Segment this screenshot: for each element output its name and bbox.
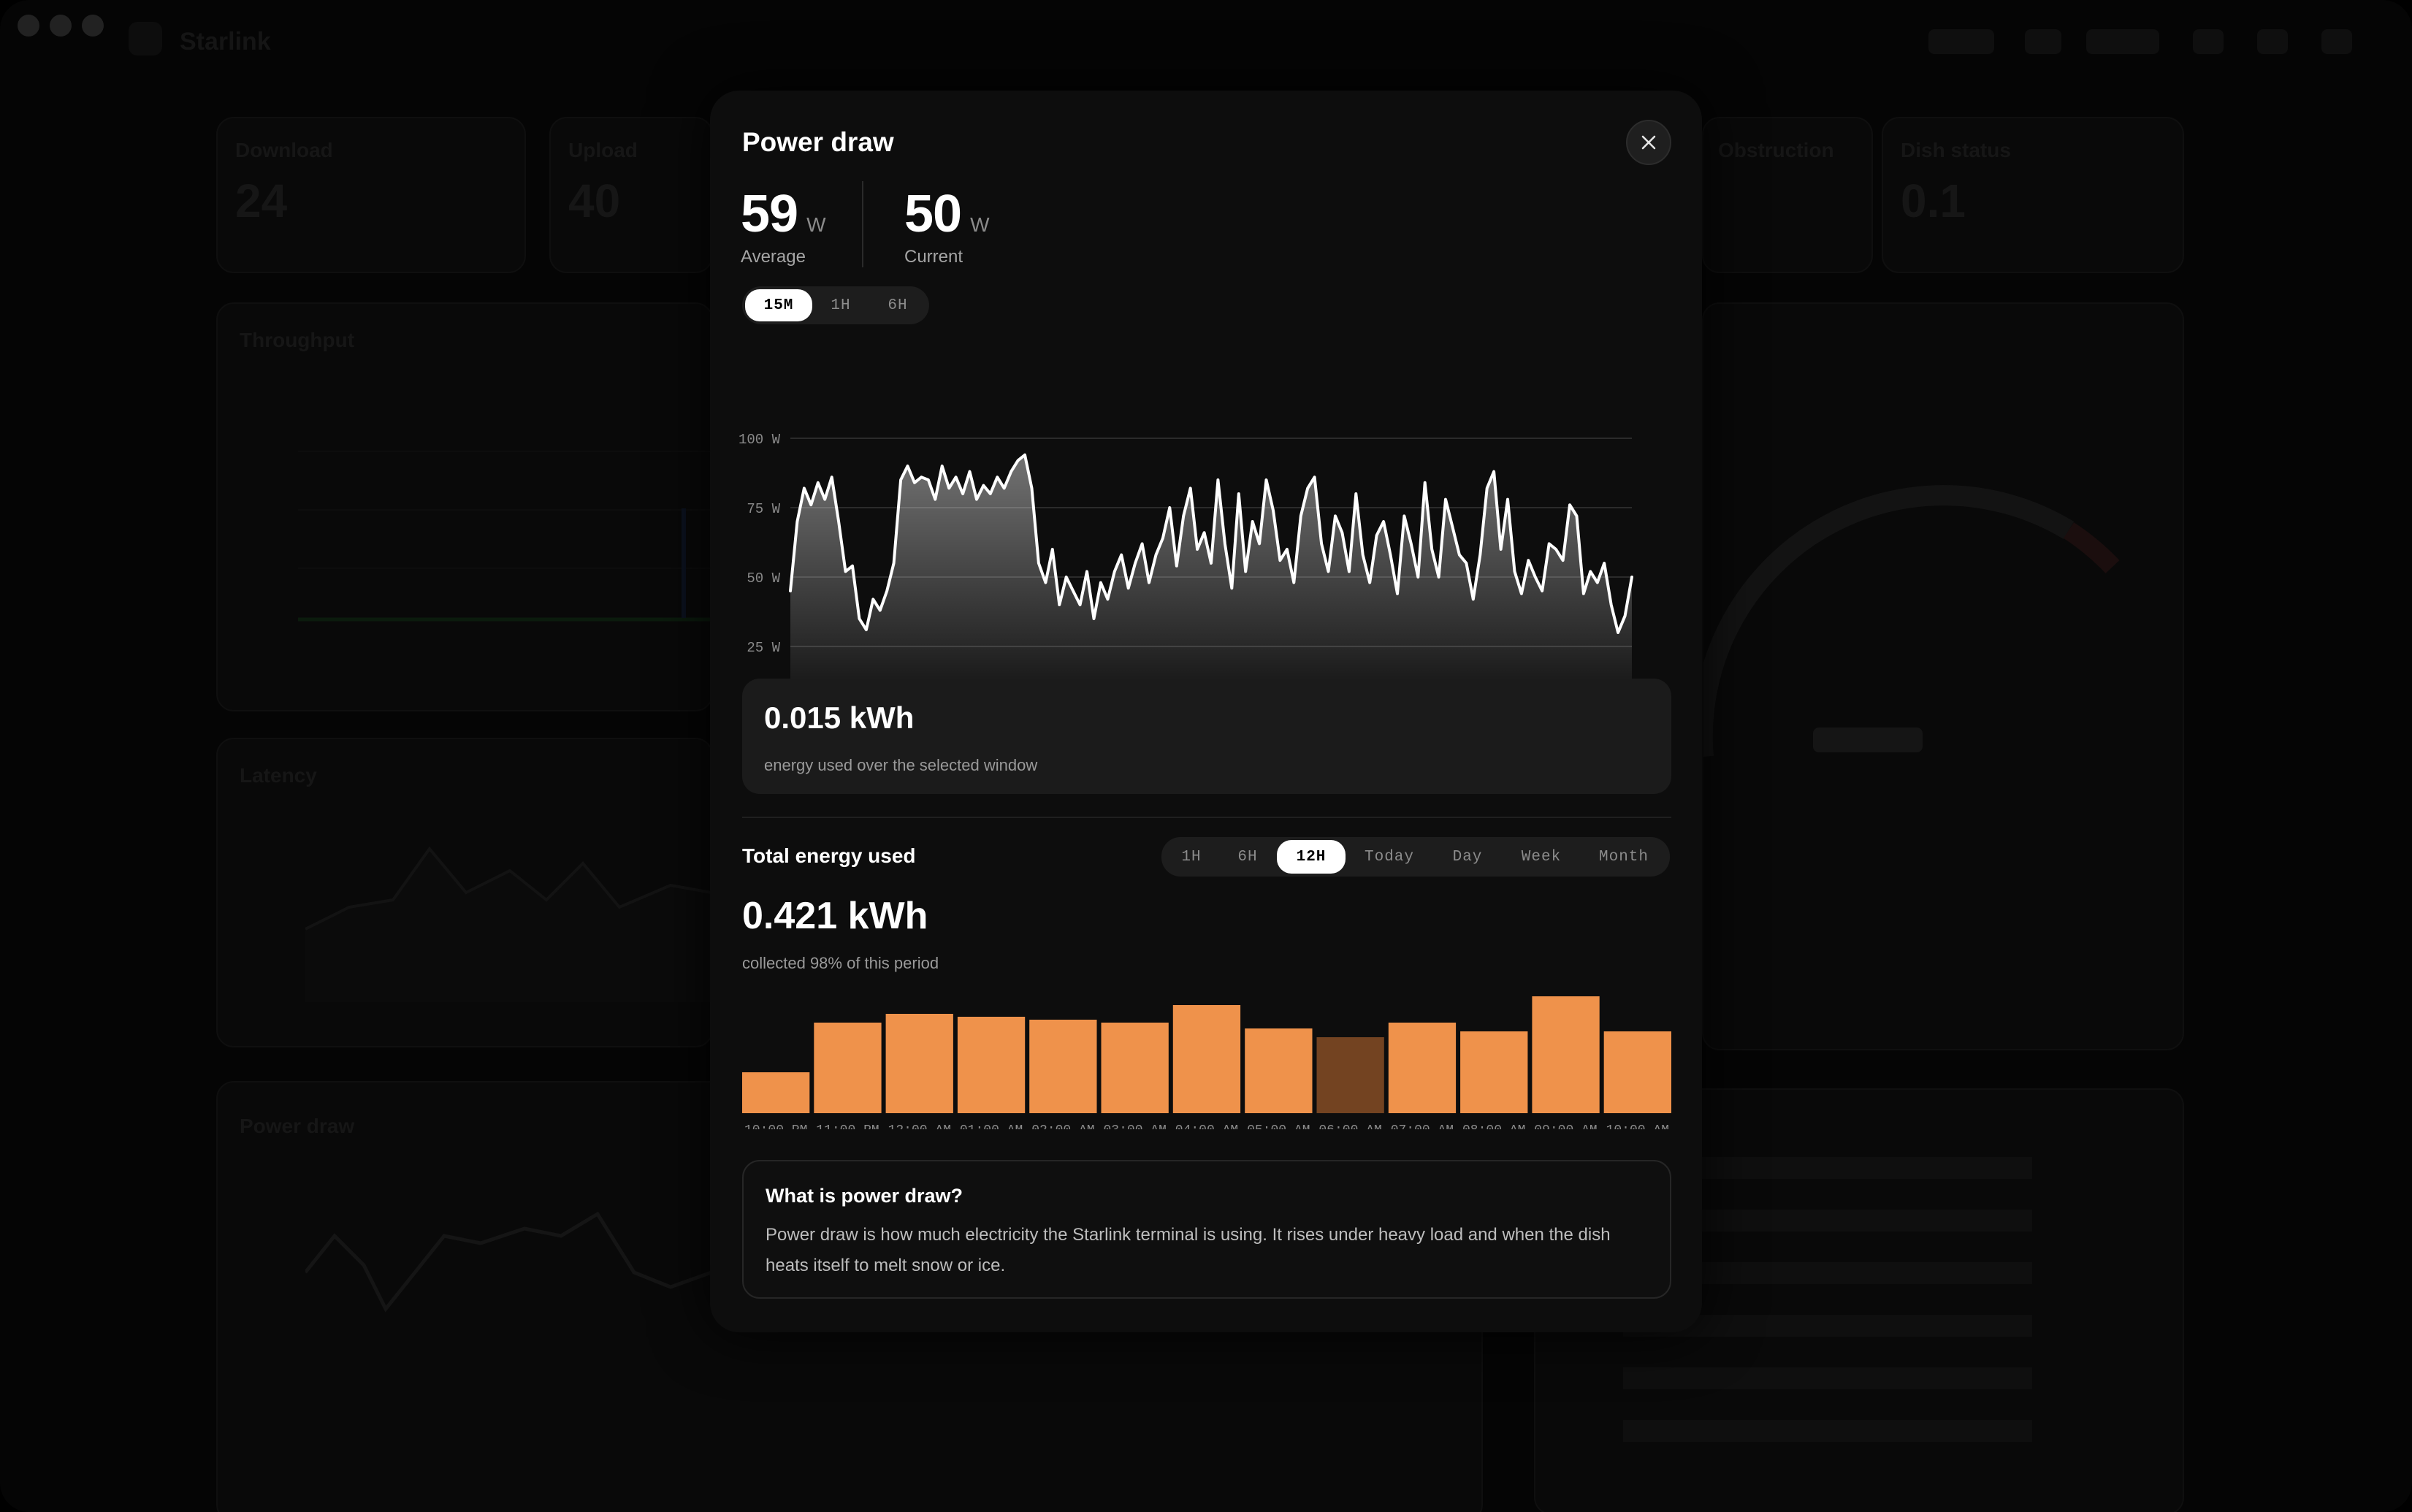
- close-button[interactable]: [1626, 120, 1671, 165]
- info-title: What is power draw?: [766, 1185, 963, 1207]
- energy-bar: [1029, 1020, 1097, 1113]
- energy-window-box: 0.015 kWh energy used over the selected …: [742, 679, 1671, 794]
- current-stat: 50 W Current: [904, 184, 990, 267]
- bar-category-label: 03:00 AM: [1103, 1123, 1166, 1129]
- current-unit: W: [970, 213, 990, 236]
- period-tabs: 1H 6H 12H Today Day Week Month: [1161, 837, 1670, 877]
- average-value: 59: [741, 185, 798, 243]
- total-energy-title: Total energy used: [742, 844, 916, 867]
- y-tick-label: 50 W: [747, 570, 780, 587]
- power-area-fill: [790, 454, 1632, 716]
- energy-bar: [1603, 1031, 1671, 1113]
- modal-title: Power draw: [742, 127, 894, 157]
- total-energy-note: collected 98% of this period: [742, 954, 939, 972]
- bar-category-label: 10:00 PM: [744, 1123, 807, 1129]
- average-unit: W: [806, 213, 826, 236]
- bar-category-label: 04:00 AM: [1175, 1123, 1238, 1129]
- energy-window-note: energy used over the selected window: [764, 756, 1038, 774]
- y-tick-label: 75 W: [747, 501, 780, 517]
- bar-category-label: 02:00 AM: [1031, 1123, 1094, 1129]
- energy-bar: [742, 1072, 810, 1113]
- tab-period-day[interactable]: Day: [1433, 840, 1502, 874]
- tab-1h[interactable]: 1H: [812, 289, 869, 321]
- tab-period-12h[interactable]: 12H: [1277, 840, 1346, 874]
- bar-category-label: 08:00 AM: [1462, 1123, 1525, 1129]
- average-stat: 59 W Average: [741, 184, 826, 267]
- energy-bar: [1316, 1037, 1384, 1113]
- bar-category-label: 11:00 PM: [816, 1123, 879, 1129]
- bar-category-label: 05:00 AM: [1247, 1123, 1310, 1129]
- section-divider: [742, 817, 1671, 818]
- tab-period-week[interactable]: Week: [1502, 840, 1581, 874]
- bar-category-label: 10:00 AM: [1606, 1123, 1669, 1129]
- tab-period-today[interactable]: Today: [1346, 840, 1433, 874]
- app-window: Starlink Download 24 Upload 40 Obstructi…: [0, 0, 2412, 1512]
- average-label: Average: [741, 247, 806, 267]
- tab-6h[interactable]: 6H: [869, 289, 926, 321]
- energy-bar: [814, 1023, 882, 1113]
- energy-bar: [885, 1014, 953, 1113]
- current-label: Current: [904, 247, 963, 267]
- bar-category-label: 01:00 AM: [960, 1123, 1023, 1129]
- energy-window-value: 0.015 kWh: [764, 700, 915, 735]
- energy-bar: [1245, 1028, 1313, 1113]
- current-value: 50: [904, 185, 962, 243]
- tab-15m[interactable]: 15M: [745, 289, 812, 321]
- energy-bar: [1101, 1023, 1169, 1113]
- energy-bar: [1172, 1005, 1241, 1113]
- info-box: What is power draw? Power draw is how mu…: [742, 1160, 1671, 1299]
- total-energy-value: 0.421 kWh: [742, 895, 928, 937]
- hourly-energy-bar-chart: 10:00 PM 11:00 PM 12:00 AM 01:00 AM 02:00 AM…: [742, 996, 1671, 1129]
- energy-bar: [957, 1017, 1026, 1113]
- tab-period-1h[interactable]: 1H: [1164, 840, 1218, 874]
- bar-category-label: 12:00 AM: [888, 1123, 951, 1129]
- tab-period-6h[interactable]: 6H: [1218, 840, 1277, 874]
- bar-category-label: 09:00 AM: [1534, 1123, 1597, 1129]
- energy-bar: [1532, 996, 1600, 1113]
- range-tabs: 15M 1H 6H: [742, 286, 929, 324]
- bar-category-label: 06:00 AM: [1318, 1123, 1381, 1129]
- energy-bar: [1460, 1031, 1528, 1113]
- close-icon: [1641, 135, 1656, 150]
- tab-period-month[interactable]: Month: [1581, 840, 1667, 874]
- y-tick-label: 25 W: [747, 640, 780, 656]
- y-tick-label: 100 W: [739, 432, 781, 448]
- info-body: Power draw is how much electricity the S…: [766, 1225, 1611, 1275]
- bar-category-label: 07:00 AM: [1391, 1123, 1454, 1129]
- power-draw-modal: Power draw 59 W Average 50 W Current 15M 1…: [710, 91, 1702, 1332]
- stat-divider: [862, 181, 863, 267]
- energy-bar: [1388, 1023, 1457, 1113]
